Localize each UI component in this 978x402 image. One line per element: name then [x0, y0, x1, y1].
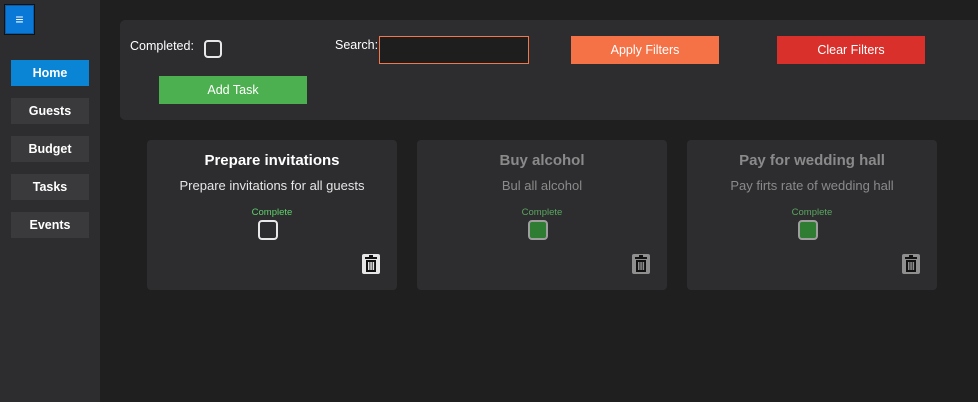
search-label: Search: [335, 38, 379, 52]
search-input[interactable] [379, 36, 529, 64]
sidebar-item-tasks[interactable]: Tasks [11, 174, 89, 200]
task-card: Buy alcohol Bul all alcohol Complete [417, 140, 667, 290]
complete-label: Complete [251, 207, 293, 218]
completed-filter-checkbox[interactable] [204, 40, 222, 58]
completed-filter-label: Completed: [130, 39, 194, 53]
filter-panel: Completed: Search: Apply Filters Clear F… [120, 20, 978, 120]
apply-filters-button[interactable]: Apply Filters [571, 36, 719, 64]
sidebar-item-events[interactable]: Events [11, 212, 89, 238]
task-title: Pay for wedding hall [739, 152, 885, 169]
complete-checkbox[interactable] [528, 220, 548, 240]
sidebar-item-home[interactable]: Home [11, 60, 89, 86]
add-task-button[interactable]: Add Task [159, 76, 307, 104]
complete-label: Complete [521, 207, 563, 218]
sidebar-item-guests[interactable]: Guests [11, 98, 89, 124]
task-description: Prepare invitations for all guests [179, 178, 365, 193]
complete-checkbox[interactable] [258, 220, 278, 240]
sidebar-item-budget[interactable]: Budget [11, 136, 89, 162]
complete-checkbox[interactable] [798, 220, 818, 240]
trash-icon[interactable] [362, 254, 380, 274]
trash-icon[interactable] [632, 254, 650, 274]
task-description: Pay firts rate of wedding hall [730, 178, 894, 193]
task-card: Prepare invitations Prepare invitations … [147, 140, 397, 290]
sidebar: ≡ Home Guests Budget Tasks Events [0, 0, 100, 402]
trash-icon[interactable] [902, 254, 920, 274]
task-card: Pay for wedding hall Pay firts rate of w… [687, 140, 937, 290]
clear-filters-button[interactable]: Clear Filters [777, 36, 925, 64]
hamburger-icon[interactable]: ≡ [5, 5, 34, 34]
complete-label: Complete [791, 207, 833, 218]
task-description: Bul all alcohol [501, 178, 583, 193]
task-title: Buy alcohol [499, 152, 585, 169]
task-title: Prepare invitations [204, 152, 340, 169]
